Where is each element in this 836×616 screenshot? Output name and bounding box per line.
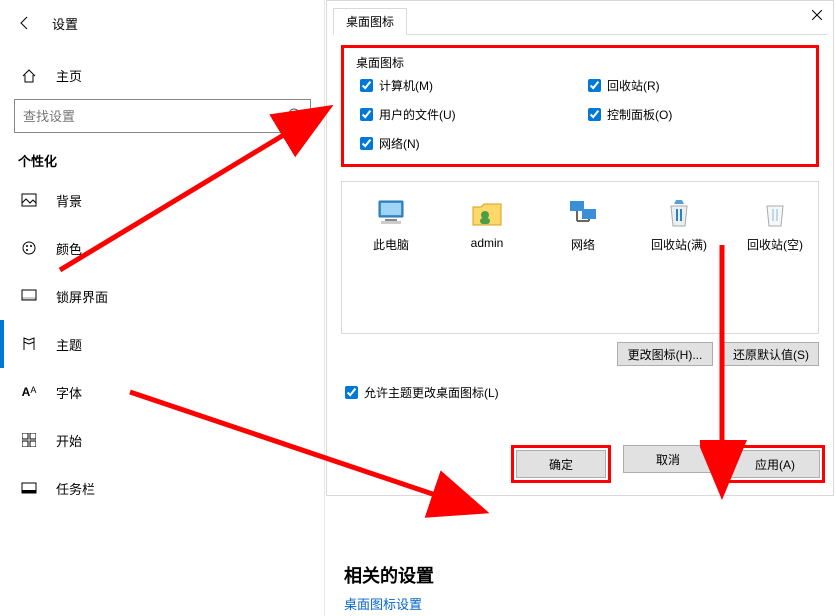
apply-highlight: 应用(A) — [725, 445, 825, 483]
icon-admin[interactable]: admin — [454, 196, 520, 253]
allow-theme-row[interactable]: 允许主题更改桌面图标(L) — [345, 384, 819, 401]
start-icon — [18, 433, 40, 447]
checkbox[interactable] — [360, 79, 373, 92]
icon-label: admin — [454, 236, 520, 250]
recycle-full-icon — [662, 196, 696, 230]
search-input[interactable] — [14, 99, 311, 133]
checkbox[interactable] — [360, 137, 373, 150]
font-icon: AA — [18, 385, 40, 399]
nav-label: 颜色 — [56, 239, 82, 258]
tabstrip: 桌面图标 — [333, 7, 827, 34]
dialog-body: 桌面图标 计算机(M) 回收站(R) 用户的文件(U) 控制面板(O) 网络(N… — [333, 34, 827, 445]
icon-label: 网络 — [550, 236, 616, 253]
cancel-button[interactable]: 取消 — [623, 445, 713, 473]
checkbox[interactable] — [360, 108, 373, 121]
nav-label: 锁屏界面 — [56, 287, 108, 306]
nav-fonts[interactable]: AA 字体 — [0, 368, 325, 416]
icon-recycle-empty[interactable]: 回收站(空) — [742, 196, 808, 253]
picture-icon — [18, 193, 40, 207]
search-icon — [287, 107, 303, 123]
nav-start[interactable]: 开始 — [0, 416, 325, 464]
check-label: 回收站(R) — [607, 77, 660, 94]
ok-highlight: 确定 — [511, 445, 611, 483]
nav-lockscreen[interactable]: 锁屏界面 — [0, 272, 325, 320]
tab-desktop-icons[interactable]: 桌面图标 — [333, 8, 407, 35]
home-label: 主页 — [56, 66, 82, 85]
theme-icon — [18, 336, 40, 352]
section-title: 个性化 — [0, 145, 325, 176]
group-legend: 桌面图标 — [354, 54, 406, 71]
checkbox[interactable] — [588, 108, 601, 121]
related-settings-title: 相关的设置 — [344, 562, 434, 588]
divider — [324, 0, 325, 616]
computer-icon — [374, 196, 408, 230]
palette-icon — [18, 240, 40, 256]
nav-themes[interactable]: 主题 — [0, 320, 325, 368]
nav-label: 字体 — [56, 383, 82, 402]
checkbox[interactable] — [588, 79, 601, 92]
home-row[interactable]: 主页 — [0, 56, 325, 95]
icon-recycle-full[interactable]: 回收站(满) — [646, 196, 712, 253]
nav-label: 背景 — [56, 191, 82, 210]
dialog-actions: 确定 取消 应用(A) — [327, 445, 833, 495]
allow-theme-label: 允许主题更改桌面图标(L) — [364, 384, 499, 401]
header-title: 设置 — [52, 14, 78, 33]
recycle-empty-icon — [758, 196, 792, 230]
close-icon — [812, 10, 822, 20]
nav-colors[interactable]: 颜色 — [0, 224, 325, 272]
icon-preview-panel: 此电脑 admin 网络 回收站(满) 回收站(空) — [341, 181, 819, 334]
icon-buttons-row: 更改图标(H)... 还原默认值(S) — [341, 342, 819, 366]
taskbar-icon — [18, 482, 40, 494]
nav-label: 开始 — [56, 431, 82, 450]
network-icon — [566, 196, 600, 230]
check-control[interactable]: 控制面板(O) — [588, 106, 806, 123]
desktop-icons-group: 桌面图标 计算机(M) 回收站(R) 用户的文件(U) 控制面板(O) 网络(N… — [341, 45, 819, 167]
change-icon-button[interactable]: 更改图标(H)... — [617, 342, 713, 366]
check-label: 网络(N) — [379, 135, 420, 152]
arrow-left-icon — [17, 15, 33, 31]
nav-label: 主题 — [56, 335, 82, 354]
check-label: 计算机(M) — [379, 77, 433, 94]
check-network[interactable]: 网络(N) — [360, 135, 578, 152]
header: 设置 — [0, 0, 325, 46]
desktop-icon-settings-link[interactable]: 桌面图标设置 — [344, 594, 422, 613]
search-wrap — [14, 99, 311, 133]
apply-button[interactable]: 应用(A) — [730, 450, 820, 478]
icon-label: 回收站(满) — [646, 236, 712, 253]
close-button[interactable] — [807, 5, 827, 25]
desktop-icons-dialog: 桌面图标 桌面图标 计算机(M) 回收站(R) 用户的文件(U) 控制面板(O)… — [326, 0, 834, 496]
settings-left-panel: 设置 主页 个性化 背景 颜色 锁屏界面 主题 AA 字体 开始 任务 — [0, 0, 325, 616]
restore-default-button[interactable]: 还原默认值(S) — [723, 342, 819, 366]
check-computer[interactable]: 计算机(M) — [360, 77, 578, 94]
home-icon — [18, 68, 40, 84]
check-label: 控制面板(O) — [607, 106, 672, 123]
nav-taskbar[interactable]: 任务栏 — [0, 464, 325, 512]
icon-network[interactable]: 网络 — [550, 196, 616, 253]
ok-button[interactable]: 确定 — [516, 450, 606, 478]
nav-background[interactable]: 背景 — [0, 176, 325, 224]
user-folder-icon — [470, 196, 504, 230]
icon-thispc[interactable]: 此电脑 — [358, 196, 424, 253]
nav-label: 任务栏 — [56, 479, 95, 498]
check-userfiles[interactable]: 用户的文件(U) — [360, 106, 578, 123]
lockscreen-icon — [18, 289, 40, 303]
check-label: 用户的文件(U) — [379, 106, 456, 123]
checkbox[interactable] — [345, 386, 358, 399]
check-recycle[interactable]: 回收站(R) — [588, 77, 806, 94]
icon-label: 回收站(空) — [742, 236, 808, 253]
back-button[interactable] — [10, 8, 40, 38]
icon-label: 此电脑 — [358, 236, 424, 253]
